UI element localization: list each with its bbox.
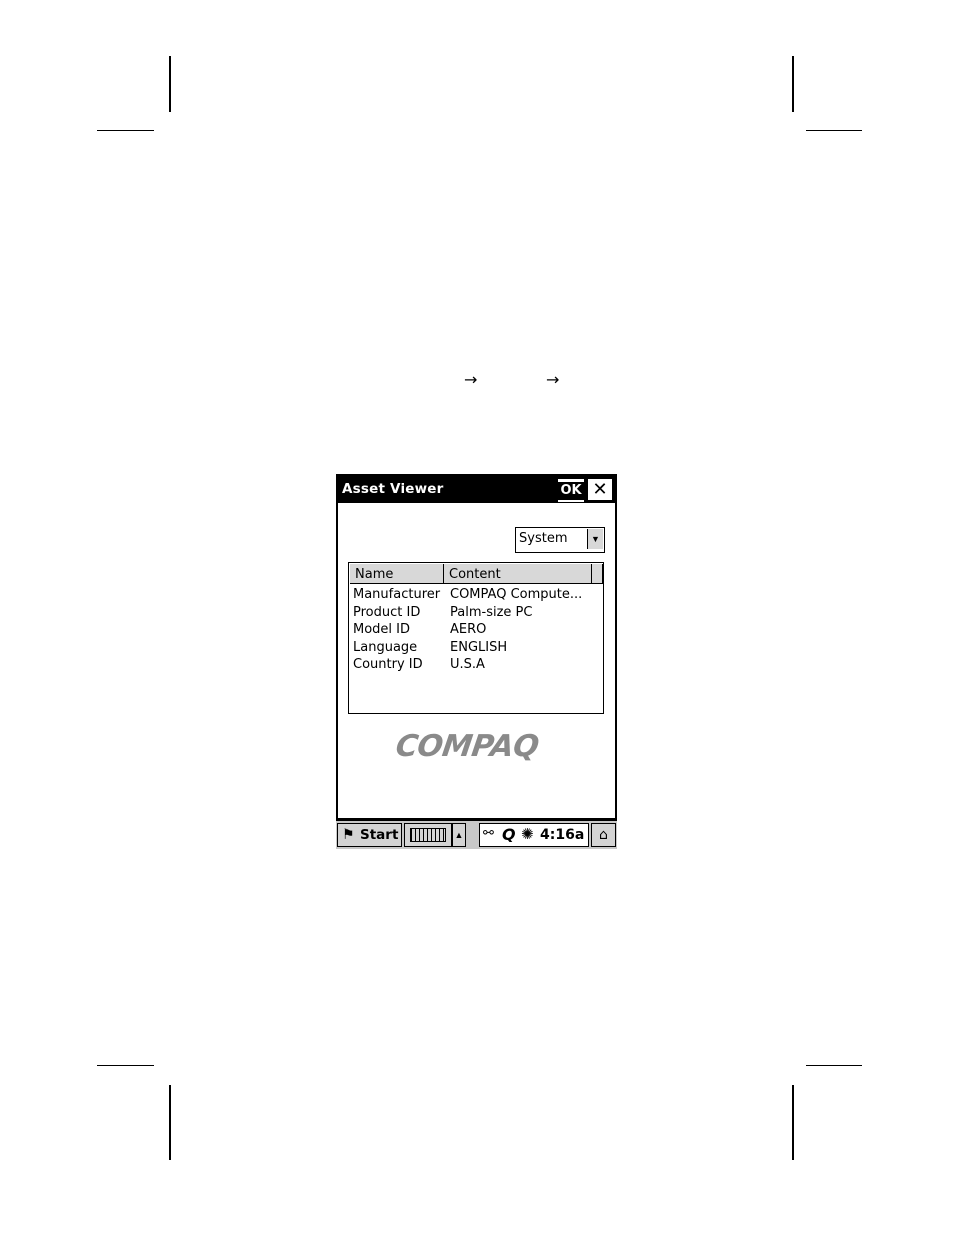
category-select[interactable]: System ▼ <box>515 527 605 553</box>
keyboard-button[interactable] <box>404 823 452 847</box>
crop-mark-bottom-right-vertical <box>792 1085 794 1160</box>
start-button[interactable]: ⚑ Start <box>337 823 402 847</box>
row-content: U.S.A <box>450 657 485 673</box>
ok-button[interactable]: OK <box>558 479 584 502</box>
device-screen: Asset Viewer OK ✕ System ▼ Name Content … <box>336 474 617 849</box>
row-name: Model ID <box>353 622 411 638</box>
row-name: Country ID <box>353 657 423 673</box>
taskbar: ⚑ Start ▲ ⚯ Q ✺ 4:16a ⌂ <box>336 820 617 849</box>
system-tray: ⚯ Q ✺ 4:16a <box>479 823 589 847</box>
crop-mark-top-left-vertical <box>169 56 171 112</box>
list-item[interactable]: Manufacturer COMPAQ Compute... <box>349 586 603 604</box>
close-icon[interactable]: ✕ <box>588 479 612 500</box>
crop-mark-top-right-horizontal <box>806 130 862 131</box>
crop-mark-bottom-right-horizontal <box>806 1065 862 1066</box>
keyboard-icon <box>410 828 446 842</box>
crop-mark-top-left-horizontal <box>97 130 154 131</box>
row-content: COMPAQ Compute... <box>450 587 583 602</box>
window-title: Asset Viewer <box>342 481 444 497</box>
column-header-content[interactable]: Content <box>444 564 592 584</box>
list-item[interactable]: Country ID U.S.A <box>349 656 603 674</box>
start-flag-icon: ⚑ <box>342 827 355 843</box>
compaq-q-icon[interactable]: Q <box>502 825 516 844</box>
row-content: AERO <box>450 622 487 638</box>
ok-button-label: OK <box>558 481 584 500</box>
row-name: Manufacturer <box>353 587 441 602</box>
backlight-icon[interactable]: ✺ <box>521 825 534 843</box>
list-item[interactable]: Language ENGLISH <box>349 639 603 657</box>
chevron-up-icon[interactable]: ▲ <box>452 823 466 847</box>
row-name: Language <box>353 639 418 655</box>
row-name: Product ID <box>353 604 421 620</box>
connection-icon[interactable]: ⚯ <box>483 826 494 841</box>
crop-mark-top-right-vertical <box>792 56 794 112</box>
clock[interactable]: 4:16a <box>540 825 584 845</box>
crop-mark-bottom-left-vertical <box>169 1085 171 1160</box>
crop-mark-bottom-left-horizontal <box>97 1065 154 1066</box>
arrow-right-icon: → <box>546 370 560 389</box>
asset-list[interactable]: Name Content Manufacturer COMPAQ Compute.… <box>348 562 604 714</box>
list-item[interactable]: Product ID Palm-size PC <box>349 604 603 622</box>
arrow-right-icon: → <box>464 370 478 389</box>
column-header-empty <box>592 564 603 584</box>
row-content: Palm-size PC <box>450 604 533 620</box>
compaq-logo: COMPAQ <box>393 729 541 764</box>
chevron-down-icon[interactable]: ▼ <box>587 529 603 549</box>
start-label: Start <box>360 827 399 843</box>
list-item[interactable]: Model ID AERO <box>349 621 603 639</box>
row-content: ENGLISH <box>450 639 508 655</box>
category-select-value: System <box>519 531 568 546</box>
column-header-name[interactable]: Name <box>350 564 444 584</box>
asset-rows: Manufacturer COMPAQ Compute... Product ID… <box>349 586 603 674</box>
desktop-icon[interactable]: ⌂ <box>591 823 616 847</box>
title-bar: Asset Viewer OK ✕ <box>338 476 615 503</box>
